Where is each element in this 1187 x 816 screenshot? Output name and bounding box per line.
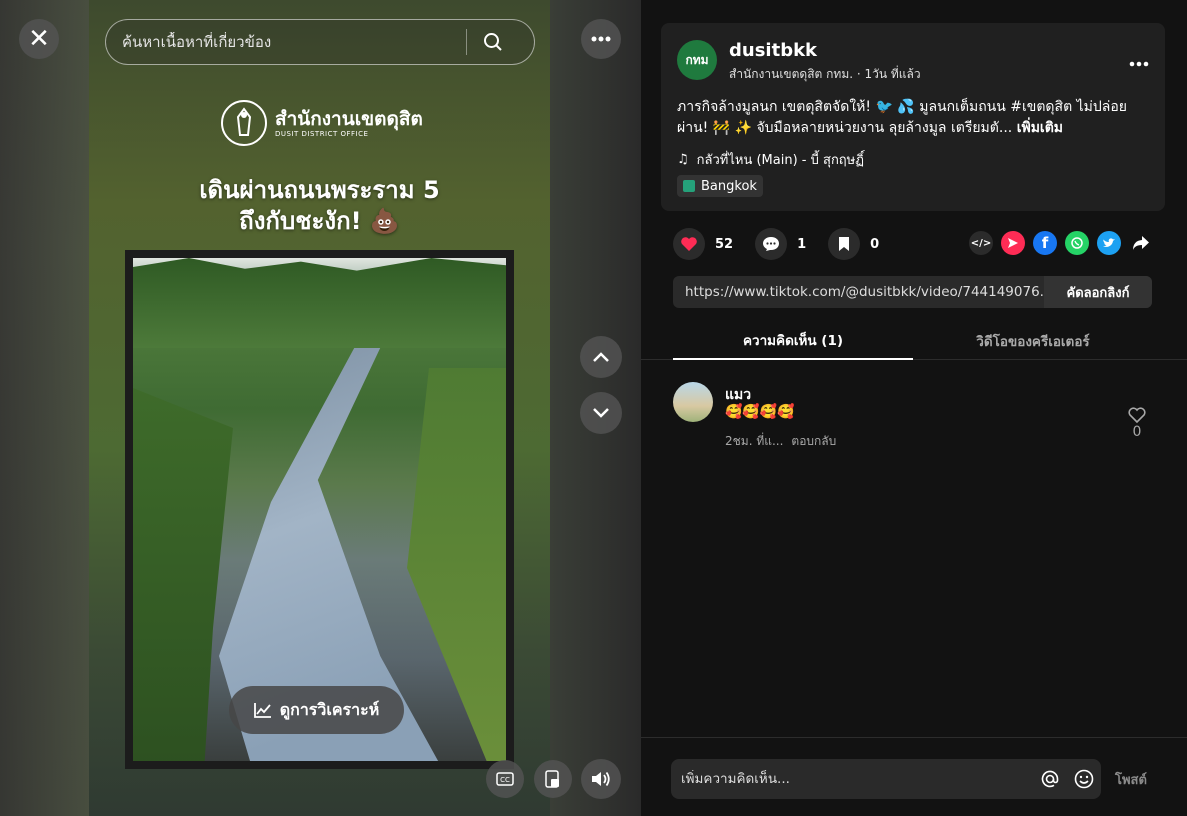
logo-subtitle: DUSIT DISTRICT OFFICE <box>275 130 369 138</box>
reply-button[interactable]: ตอบกลับ <box>791 432 836 451</box>
bookmark-icon <box>839 237 850 251</box>
commenter-name[interactable]: แมว <box>725 384 751 406</box>
captions-icon: CC <box>496 772 514 786</box>
video-url[interactable]: https://www.tiktok.com/@dusitbkk/video/7… <box>673 284 1044 300</box>
whatsapp-icon <box>1071 237 1083 249</box>
share-twitter-button[interactable] <box>1097 231 1121 255</box>
headline-line-1: เดินผ่านถนนพระราม 5 <box>199 176 440 204</box>
video-headline: เดินผ่านถนนพระราม 5 ถึงกับชะงัก! 💩 <box>89 175 550 237</box>
share-icons: </> f <box>969 231 1153 255</box>
comment-bubble-icon <box>763 237 780 251</box>
captions-button[interactable]: CC <box>486 760 524 798</box>
like-button[interactable] <box>673 228 705 260</box>
like-action[interactable]: 52 <box>673 228 733 260</box>
comment-count: 1 <box>797 236 807 252</box>
search-input[interactable] <box>106 32 466 52</box>
share-facebook-button[interactable]: f <box>1033 231 1057 255</box>
comment-time: 2ชม. ที่แ... <box>725 434 784 448</box>
see-more-link[interactable]: เพิ่มเติม <box>1017 120 1063 136</box>
location-pin-icon <box>683 180 695 192</box>
details-panel: กทม dusitbkk สำนักงานเขตดุสิต กทม. · 1วั… <box>641 0 1187 816</box>
analytics-button[interactable]: ดูการวิเคราะห์ <box>229 686 404 734</box>
emoji-button[interactable] <box>1067 762 1101 796</box>
author-subtitle: สำนักงานเขตดุสิต กทม. · 1วัน ที่แล้ว <box>729 67 921 81</box>
music-info[interactable]: ♫ กลัวที่ไหน (Main) - บี้ สุกฤษฏิ์ <box>677 149 864 170</box>
logo-title: สำนักงานเขตดุสิต <box>275 108 423 130</box>
more-dots-icon <box>1129 61 1149 67</box>
speaker-icon <box>592 771 610 787</box>
facebook-icon: f <box>1041 234 1049 252</box>
video-more-button[interactable] <box>581 19 621 59</box>
previous-video-button[interactable] <box>580 336 622 378</box>
music-title: กลัวที่ไหน (Main) - บี้ สุกฤษฏิ์ <box>696 153 864 168</box>
music-note-icon: ♫ <box>677 152 689 167</box>
embed-button[interactable]: </> <box>969 231 993 255</box>
post-more-button[interactable] <box>1129 51 1149 72</box>
tab-comments[interactable]: ความคิดเห็น (1) <box>673 322 913 360</box>
comment-button[interactable] <box>755 228 788 260</box>
save-count: 0 <box>870 236 880 252</box>
post-comment-button[interactable]: โพสต์ <box>1115 769 1147 790</box>
chart-icon <box>253 703 271 718</box>
commenter-avatar[interactable] <box>673 382 713 422</box>
chevron-up-icon <box>593 352 609 362</box>
post-card: กทม dusitbkk สำนักงานเขตดุสิต กทม. · 1วั… <box>661 23 1165 211</box>
twitter-bird-icon <box>1103 238 1115 247</box>
mention-button[interactable] <box>1033 762 1067 796</box>
tab-creator-videos[interactable]: วิดีโอของครีเอเตอร์ <box>913 322 1153 360</box>
search-icon <box>484 33 502 51</box>
miniplayer-icon <box>545 770 559 788</box>
save-button[interactable] <box>828 228 861 260</box>
heart-icon <box>681 237 697 251</box>
district-logo: สำนักงานเขตดุสิต DUSIT DISTRICT OFFICE <box>221 100 423 146</box>
send-icon <box>1008 238 1018 248</box>
video-link-box: https://www.tiktok.com/@dusitbkk/video/7… <box>673 276 1152 308</box>
location-label: Bangkok <box>701 178 757 194</box>
share-whatsapp-button[interactable] <box>1065 231 1089 255</box>
miniplayer-button[interactable] <box>534 760 572 798</box>
seal-icon <box>221 100 267 146</box>
emoji-icon <box>1074 769 1094 789</box>
embed-code-icon: </> <box>970 237 992 249</box>
share-arrow-icon <box>1133 236 1149 250</box>
panel-tabs: ความคิดเห็น (1) วิดีโอของครีเอเตอร์ <box>641 322 1187 360</box>
video-area: ✕ สำนักงานเขตดุสิต DUSIT DISTRICT OFFICE… <box>0 0 641 816</box>
search-bar[interactable] <box>105 19 535 65</box>
comment-input-box <box>671 759 1101 799</box>
post-caption: ภารกิจล้างมูลนก เขตดุสิตจัดให้! 🐦 💦 มูลน… <box>677 97 1152 139</box>
copy-link-button[interactable]: คัดลอกลิงก์ <box>1044 276 1152 308</box>
comment-action[interactable]: 1 <box>755 228 806 260</box>
engagement-actions: 52 1 0 <box>673 228 879 260</box>
scene-grass-right <box>407 368 506 761</box>
save-action[interactable]: 0 <box>828 228 879 260</box>
chevron-down-icon <box>593 408 609 418</box>
video-edge-left <box>0 0 89 816</box>
like-count: 52 <box>715 236 734 252</box>
svg-text:CC: CC <box>500 776 510 784</box>
comment-text: 🥰🥰🥰🥰 <box>725 404 795 420</box>
at-sign-icon <box>1041 770 1059 788</box>
author-username[interactable]: dusitbkk <box>729 40 817 61</box>
search-button[interactable] <box>467 20 519 64</box>
location-tag[interactable]: Bangkok <box>677 175 763 197</box>
scene-grass-left <box>133 388 233 761</box>
more-dots-icon <box>591 36 611 42</box>
close-button[interactable]: ✕ <box>19 19 59 59</box>
comment-meta: 2ชม. ที่แ... ตอบกลับ <box>725 432 836 451</box>
comment-composer: โพสต์ <box>641 737 1187 816</box>
close-icon: ✕ <box>28 24 50 54</box>
comment-input[interactable] <box>671 770 1033 788</box>
more-share-button[interactable] <box>1129 231 1153 255</box>
comment-like[interactable]: 0 <box>1127 406 1147 440</box>
scene-trees <box>133 258 506 348</box>
author-avatar[interactable]: กทม <box>677 40 717 80</box>
headline-line-2: ถึงกับชะงัก! 💩 <box>239 207 400 235</box>
volume-button[interactable] <box>581 759 621 799</box>
heart-outline-icon <box>1128 407 1146 424</box>
send-to-friends-button[interactable] <box>1001 231 1025 255</box>
next-video-button[interactable] <box>580 392 622 434</box>
comment-like-count: 0 <box>1132 424 1142 440</box>
analytics-label: ดูการวิเคราะห์ <box>279 699 380 719</box>
